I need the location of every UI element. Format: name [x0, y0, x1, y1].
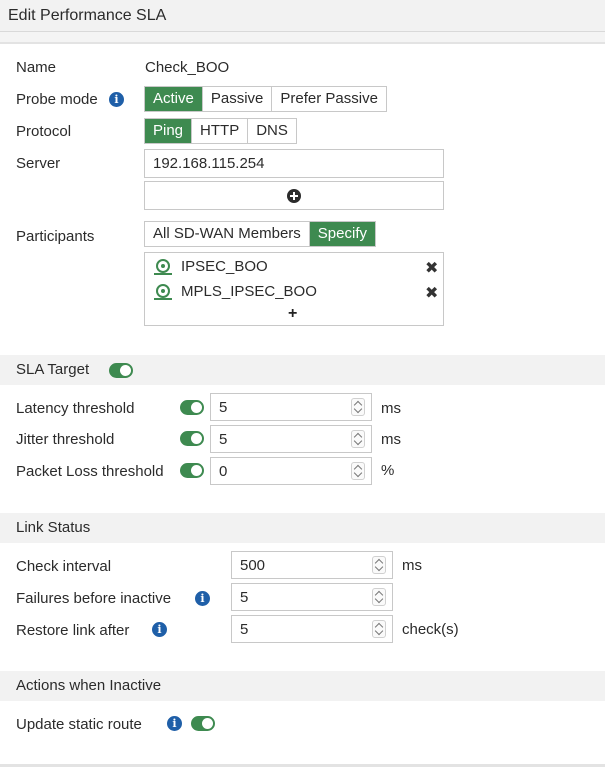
probe-mode-selector: Active Passive Prefer Passive: [144, 86, 387, 112]
member-interface-icon: [154, 284, 172, 300]
server-input[interactable]: 192.168.115.254: [144, 149, 444, 178]
latency-label: Latency threshold: [16, 400, 135, 417]
info-icon[interactable]: i: [152, 622, 167, 637]
sla-target-toggle[interactable]: [109, 363, 133, 378]
server-label: Server: [16, 155, 61, 172]
protocol-label: Protocol: [16, 123, 72, 140]
packet-loss-unit: %: [381, 462, 395, 479]
member-item: MPLS_IPSEC_BOO: [181, 283, 317, 300]
packet-loss-toggle[interactable]: [180, 463, 204, 478]
protocol-selector: Ping HTTP DNS: [144, 118, 297, 144]
actions-title: Actions when Inactive: [16, 677, 162, 694]
restore-label: Restore link after: [16, 622, 130, 639]
latency-input[interactable]: 5: [210, 393, 372, 421]
spinner-icon[interactable]: [351, 462, 365, 480]
spinner-icon[interactable]: [351, 430, 365, 448]
packet-loss-label: Packet Loss threshold: [16, 463, 164, 480]
update-static-route-label: Update static route: [16, 716, 142, 733]
dialog-title: Edit Performance SLA: [0, 0, 605, 32]
server-add-row[interactable]: [144, 181, 444, 210]
jitter-value: 5: [219, 431, 228, 448]
add-circle-icon[interactable]: [287, 189, 301, 203]
failures-value: 5: [240, 589, 249, 606]
restore-input[interactable]: 5: [231, 615, 393, 643]
spinner-icon[interactable]: [372, 556, 386, 574]
check-interval-label: Check interval: [16, 558, 112, 575]
name-value: Check_BOO: [145, 59, 230, 76]
participants-all-members[interactable]: All SD-WAN Members: [145, 222, 310, 246]
header-band: [0, 32, 605, 44]
participants-label: Participants: [16, 228, 95, 245]
protocol-ping[interactable]: Ping: [145, 119, 193, 143]
failures-input[interactable]: 5: [231, 583, 393, 611]
restore-value: 5: [240, 621, 249, 638]
check-interval-input[interactable]: 500: [231, 551, 393, 579]
failures-label: Failures before inactive: [16, 590, 172, 607]
latency-value: 5: [219, 399, 228, 416]
jitter-unit: ms: [381, 431, 401, 448]
info-icon[interactable]: i: [195, 591, 210, 606]
sla-target-section: SLA Target: [0, 355, 605, 385]
probe-mode-active[interactable]: Active: [145, 87, 203, 111]
link-status-title: Link Status: [16, 519, 91, 536]
name-label: Name: [16, 59, 57, 76]
sla-target-title: SLA Target: [16, 361, 90, 378]
packet-loss-input[interactable]: 0: [210, 457, 372, 485]
check-interval-unit: ms: [402, 557, 422, 574]
restore-unit: check(s): [402, 621, 459, 638]
remove-icon[interactable]: ✖: [425, 283, 438, 303]
participants-selector: All SD-WAN Members Specify: [144, 221, 376, 247]
probe-mode-prefer-passive[interactable]: Prefer Passive: [272, 87, 386, 111]
check-interval-value: 500: [240, 557, 266, 574]
add-icon[interactable]: +: [288, 305, 297, 323]
remove-icon[interactable]: ✖: [425, 258, 438, 278]
info-icon[interactable]: i: [109, 92, 124, 107]
probe-mode-passive[interactable]: Passive: [203, 87, 273, 111]
info-icon[interactable]: i: [167, 716, 182, 731]
spinner-icon[interactable]: [372, 620, 386, 638]
latency-toggle[interactable]: [180, 400, 204, 415]
spinner-icon[interactable]: [351, 398, 365, 416]
packet-loss-value: 0: [219, 463, 228, 480]
member-item: IPSEC_BOO: [181, 258, 268, 275]
spinner-icon[interactable]: [372, 588, 386, 606]
members-list: IPSEC_BOO ✖ MPLS_IPSEC_BOO ✖ +: [144, 252, 444, 326]
latency-unit: ms: [381, 400, 401, 417]
protocol-http[interactable]: HTTP: [192, 119, 249, 143]
jitter-label: Jitter threshold: [16, 431, 115, 448]
member-interface-icon: [154, 259, 172, 275]
probe-mode-label: Probe mode: [16, 91, 98, 108]
link-status-section: Link Status: [0, 513, 605, 543]
update-static-route-toggle[interactable]: [191, 716, 215, 731]
actions-section: Actions when Inactive: [0, 671, 605, 701]
jitter-input[interactable]: 5: [210, 425, 372, 453]
jitter-toggle[interactable]: [180, 431, 204, 446]
protocol-dns[interactable]: DNS: [248, 119, 296, 143]
participants-specify[interactable]: Specify: [309, 222, 375, 246]
